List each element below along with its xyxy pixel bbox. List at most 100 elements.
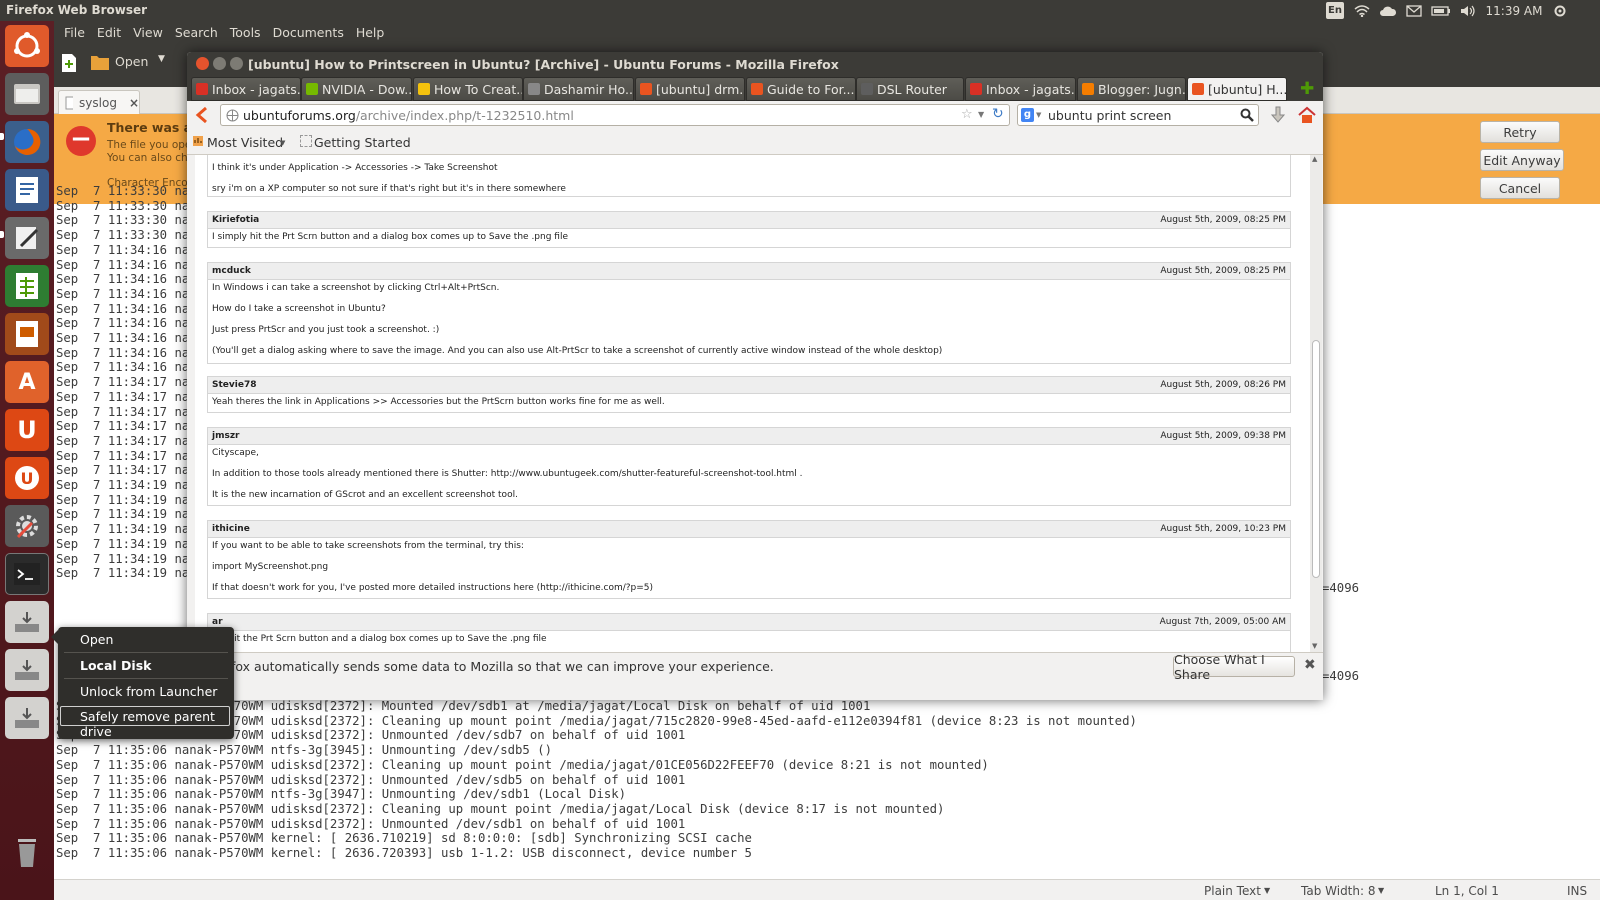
search-icon[interactable]: [1240, 108, 1254, 125]
minimize-window-icon[interactable]: [213, 57, 226, 70]
browser-tab[interactable]: Guide to For...: [746, 77, 856, 101]
reload-icon[interactable]: ↻: [992, 106, 1004, 122]
browser-tab-label: NVIDIA - Dow...: [322, 81, 412, 97]
tab-width-dropdown-icon[interactable]: ▼: [1378, 886, 1384, 895]
edit-anyway-button[interactable]: Edit Anyway: [1480, 149, 1564, 171]
scrollbar-thumb[interactable]: [1312, 340, 1320, 578]
ubuntu-logo-icon[interactable]: [5, 25, 49, 67]
context-item-unlock-from-launcher[interactable]: Unlock from Launcher: [80, 684, 217, 699]
browser-tab[interactable]: NVIDIA - Dow...: [301, 77, 412, 101]
bookmark-most-visited[interactable]: Most Visited: [207, 135, 283, 150]
post-date: August 5th, 2009, 09:38 PM: [1160, 431, 1286, 441]
drive-icon[interactable]: [5, 697, 49, 739]
impress-icon[interactable]: [5, 313, 49, 355]
choose-what-i-share-button[interactable]: Choose What I Share: [1173, 652, 1295, 682]
google-icon[interactable]: g: [1021, 108, 1034, 122]
new-document-icon[interactable]: [60, 53, 78, 77]
bookmark-getting-started[interactable]: Getting Started: [314, 135, 411, 150]
url-bar[interactable]: ubuntuforums.org/archive/index.php/t-123…: [220, 104, 1010, 126]
new-tab-plus-icon[interactable]: ✚: [1300, 79, 1314, 99]
menu-pointer: [51, 630, 58, 644]
menu-tools[interactable]: Tools: [230, 25, 261, 40]
close-tab-icon[interactable]: ×: [129, 96, 139, 110]
syntax-selector[interactable]: Plain Text: [1204, 884, 1261, 898]
maximize-window-icon[interactable]: [230, 57, 243, 70]
tab-syslog-label: syslog: [79, 95, 117, 110]
menu-help[interactable]: Help: [356, 25, 385, 40]
context-item-local-disk[interactable]: Local Disk: [80, 658, 151, 673]
post-text: I simply hit the Prt Scrn button and a d…: [212, 232, 569, 242]
url-history-dropdown-icon[interactable]: ▼: [978, 110, 984, 119]
settings-icon[interactable]: [5, 505, 49, 547]
firefox-titlebar: [ubuntu] How to Printscreen in Ubuntu? […: [187, 52, 1323, 76]
cloud-icon[interactable]: [1378, 2, 1398, 19]
tab-width-selector[interactable]: Tab Width: 8: [1301, 884, 1375, 898]
open-button[interactable]: Open: [115, 54, 148, 69]
search-bar[interactable]: g ▼ ubuntu print screen: [1017, 104, 1259, 126]
menu-documents[interactable]: Documents: [273, 25, 344, 40]
text-editor-icon[interactable]: [5, 217, 49, 259]
mail-icon[interactable]: [1404, 2, 1424, 19]
trash-icon[interactable]: [5, 831, 49, 873]
terminal-icon[interactable]: [5, 553, 49, 595]
cancel-button[interactable]: Cancel: [1480, 177, 1560, 199]
scroll-down-arrow-icon[interactable]: ▼: [1312, 642, 1317, 650]
software-center-icon[interactable]: A: [5, 361, 49, 403]
browser-tab[interactable]: Dashamir Ho...: [523, 77, 634, 101]
page-scrollbar[interactable]: ▲ ▼: [1310, 155, 1322, 652]
log-line: Sep 7 11:34:16 na: [56, 316, 190, 331]
keyboard-indicator[interactable]: En: [1326, 2, 1344, 19]
clock[interactable]: 11:39 AM: [1484, 2, 1544, 19]
context-item-open[interactable]: Open: [80, 632, 113, 647]
browser-tab[interactable]: How To Creat...: [413, 77, 523, 101]
ubuntu-one-icon[interactable]: U: [5, 409, 49, 451]
drive-icon[interactable]: [5, 601, 49, 643]
browser-tab[interactable]: Inbox - jagats...: [965, 77, 1076, 101]
post-date: August 5th, 2009, 08:26 PM: [1160, 380, 1286, 390]
browser-tab[interactable]: Inbox - jagats...: [191, 77, 301, 101]
scroll-up-arrow-icon[interactable]: ▲: [1312, 155, 1317, 163]
context-item-safely-remove[interactable]: Safely remove parent drive: [80, 709, 234, 739]
downloads-arrow-icon[interactable]: [1270, 106, 1286, 128]
wifi-icon[interactable]: [1352, 2, 1372, 19]
menu-edit[interactable]: Edit: [97, 25, 121, 40]
log-line: Sep 7 11:33:30 na: [56, 213, 190, 228]
tab-favicon-icon: [751, 83, 763, 95]
log-line: Sep 7 11:34:19 na: [56, 478, 190, 492]
browser-tab[interactable]: [ubuntu] H...✖: [1187, 77, 1287, 101]
menu-view[interactable]: View: [133, 25, 163, 40]
back-arrow-icon[interactable]: [195, 106, 209, 128]
top-panel: Firefox Web Browser En 11:39 AM: [0, 0, 1600, 21]
battery-icon[interactable]: [1430, 2, 1452, 19]
close-notification-icon[interactable]: ✖: [1304, 657, 1316, 673]
menu-file[interactable]: File: [64, 25, 85, 40]
search-engine-dropdown-icon[interactable]: ▼: [1036, 111, 1041, 119]
browser-tab[interactable]: Blogger: Jugn...: [1077, 77, 1186, 101]
browser-tab[interactable]: [ubuntu] drm...: [635, 77, 745, 101]
retry-button[interactable]: Retry: [1480, 121, 1560, 143]
open-dropdown-arrow-icon[interactable]: ▼: [158, 54, 165, 64]
files-icon[interactable]: [5, 73, 49, 115]
writer-icon[interactable]: [5, 169, 49, 211]
ubuntu-one-music-icon[interactable]: U: [5, 457, 49, 499]
browser-tab-label: [ubuntu] drm...: [656, 81, 745, 97]
calc-icon[interactable]: [5, 265, 49, 307]
infobar-line1: The file you open: [107, 139, 199, 151]
firefox-icon[interactable]: [5, 121, 49, 163]
drive-icon[interactable]: [5, 649, 49, 691]
browser-tab-label: How To Creat...: [434, 81, 523, 97]
syntax-dropdown-icon[interactable]: ▼: [1264, 886, 1270, 895]
bookmark-star-icon[interactable]: ☆: [961, 107, 973, 122]
volume-icon[interactable]: [1458, 2, 1478, 19]
tab-favicon-icon: [861, 83, 873, 95]
menu-search[interactable]: Search: [175, 25, 218, 40]
open-folder-icon[interactable]: [90, 53, 110, 75]
browser-tab[interactable]: DSL Router: [856, 77, 964, 101]
browser-tab-label: Blogger: Jugn...: [1098, 81, 1186, 97]
close-window-icon[interactable]: [196, 57, 209, 70]
home-icon[interactable]: [1297, 106, 1317, 128]
session-gear-icon[interactable]: [1550, 2, 1570, 19]
most-visited-dropdown-icon[interactable]: ▼: [280, 139, 285, 147]
search-input[interactable]: ubuntu print screen: [1048, 108, 1171, 123]
tab-syslog[interactable]: syslog ×: [58, 90, 140, 114]
